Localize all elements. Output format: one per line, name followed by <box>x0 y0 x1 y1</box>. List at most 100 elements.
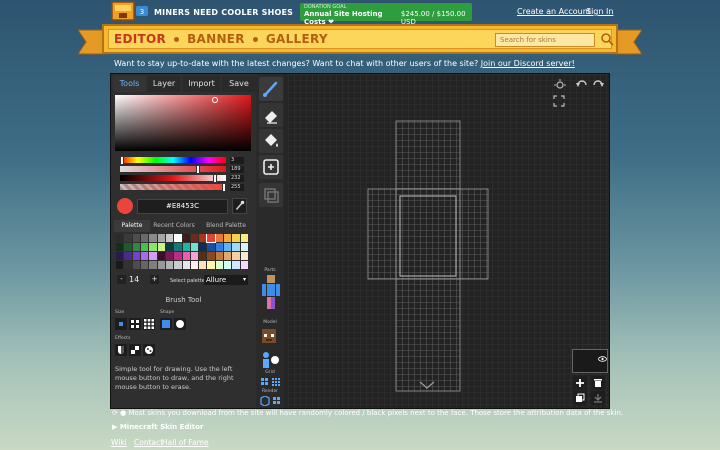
color-select-icon[interactable] <box>259 155 283 179</box>
saturation-slider[interactable] <box>120 166 226 172</box>
shade-effect-icon[interactable] <box>115 344 127 356</box>
palette-swatch[interactable] <box>132 252 140 260</box>
nav-banner-link[interactable]: BANNER <box>187 32 245 46</box>
saturation-slider-knob[interactable] <box>196 165 200 174</box>
palette-swatch[interactable] <box>157 261 165 269</box>
skin-uv-grid[interactable] <box>288 74 608 408</box>
tab-recent-colors[interactable]: Recent Colors <box>152 220 196 232</box>
create-account-link[interactable]: Create an Account <box>517 7 591 16</box>
palette-swatch[interactable] <box>232 261 240 269</box>
palette-swatch[interactable] <box>190 252 199 260</box>
palette-swatch[interactable] <box>190 243 199 251</box>
palette-swatch[interactable] <box>174 252 182 260</box>
lightness-slider-knob[interactable] <box>213 174 217 183</box>
palette-swatch[interactable] <box>199 252 207 260</box>
palette-swatch[interactable] <box>149 252 157 260</box>
palette-swatch[interactable] <box>116 261 124 269</box>
palette-swatch[interactable] <box>174 261 182 269</box>
palette-swatch[interactable] <box>165 243 174 251</box>
tab-save[interactable]: Save <box>222 76 256 92</box>
hue-value[interactable]: 3 <box>230 157 244 164</box>
palette-swatch[interactable] <box>157 243 165 251</box>
palette-swatch[interactable] <box>124 261 132 269</box>
donation-goal[interactable]: DONATION GOAL Annual Site Hosting Costs … <box>300 3 472 26</box>
palette-swatch[interactable] <box>207 243 215 251</box>
palette-swatch[interactable] <box>190 234 199 242</box>
palette-swatch[interactable] <box>199 261 207 269</box>
palette-swatch[interactable] <box>165 261 174 269</box>
undo-icon[interactable] <box>575 79 589 91</box>
discord-link[interactable]: Join our Discord server! <box>481 59 575 68</box>
palette-swatch[interactable] <box>215 234 224 242</box>
palette-swatch[interactable] <box>224 243 232 251</box>
palette-swatch[interactable] <box>207 261 215 269</box>
eyedropper-icon[interactable] <box>232 198 247 214</box>
palette-swatch[interactable] <box>140 261 149 269</box>
tab-import[interactable]: Import <box>183 76 220 92</box>
hall-of-fame-link[interactable]: Hall of Fame <box>162 438 209 447</box>
nav-gallery[interactable]: GALLERY <box>266 32 328 46</box>
palette-swatch[interactable] <box>149 261 157 269</box>
tab-palette[interactable]: Palette <box>114 220 150 232</box>
brush-icon[interactable] <box>259 77 283 101</box>
palette-swatch[interactable] <box>232 252 240 260</box>
eye-icon[interactable] <box>598 356 607 362</box>
palette-swatch[interactable] <box>240 243 248 251</box>
hue-slider[interactable] <box>120 157 226 163</box>
palette-swatch[interactable] <box>215 261 224 269</box>
grid-toggle-icon[interactable] <box>260 377 282 387</box>
palette-swatch[interactable] <box>182 252 190 260</box>
site-logo[interactable]: 3 <box>110 0 150 22</box>
palette-swatch[interactable] <box>199 234 207 242</box>
color-picker-square[interactable] <box>115 95 251 151</box>
palette-swatch[interactable] <box>190 261 199 269</box>
palette-swatch[interactable] <box>165 234 174 242</box>
duplicate-layer-icon[interactable] <box>573 391 587 405</box>
hue-slider-knob[interactable] <box>120 156 124 165</box>
nav-editor[interactable]: EDITOR <box>114 32 166 46</box>
wiki-link[interactable]: Wiki <box>111 438 127 447</box>
palette-swatch[interactable] <box>124 243 132 251</box>
tab-blend-palette[interactable]: Blend Palette <box>200 220 252 232</box>
palette-swatch[interactable] <box>140 243 149 251</box>
palette-swatch[interactable] <box>174 243 182 251</box>
palette-swatch[interactable] <box>157 252 165 260</box>
palette-select[interactable]: Allure ▾ <box>204 275 248 285</box>
add-layer-icon[interactable] <box>573 376 587 390</box>
square-shape-icon[interactable] <box>160 318 172 330</box>
lighting-icon[interactable] <box>553 79 567 91</box>
palette-swatch[interactable] <box>182 261 190 269</box>
hex-color-input[interactable]: #E8453C <box>137 199 228 214</box>
user-view-icon[interactable] <box>260 351 282 369</box>
palette-swatch[interactable] <box>140 252 149 260</box>
palette-swatch[interactable] <box>240 252 248 260</box>
contact-link[interactable]: Contact <box>134 438 163 447</box>
alpha-value[interactable]: 255 <box>230 184 244 191</box>
palette-swatch[interactable] <box>124 234 132 242</box>
tab-layer[interactable]: Layer <box>148 76 180 92</box>
palette-swatch[interactable] <box>224 234 232 242</box>
saturation-value[interactable]: 189 <box>230 166 244 173</box>
lightness-value[interactable]: 232 <box>230 175 244 182</box>
alpha-slider-knob[interactable] <box>222 183 226 192</box>
palette-swatch[interactable] <box>224 261 232 269</box>
palette-swatch[interactable] <box>140 234 149 242</box>
search-icon[interactable] <box>599 31 615 48</box>
palette-swatch[interactable] <box>116 252 124 260</box>
size-2-icon[interactable] <box>129 318 141 330</box>
palette-swatch[interactable] <box>157 234 165 242</box>
palette-swatch[interactable] <box>132 234 140 242</box>
palette-swatch[interactable] <box>240 261 248 269</box>
palette-swatch[interactable] <box>149 243 157 251</box>
body-parts-toggle-icon[interactable] <box>258 275 284 317</box>
palette-swatch[interactable] <box>182 234 190 242</box>
fullscreen-icon[interactable] <box>553 95 565 107</box>
palette-swatch[interactable] <box>124 252 132 260</box>
size-3-icon[interactable] <box>143 318 155 330</box>
palette-swatch[interactable] <box>207 252 215 260</box>
palette-swatch[interactable] <box>116 234 124 242</box>
palette-swatch[interactable] <box>199 243 207 251</box>
size-1-icon[interactable] <box>115 318 127 330</box>
skin-editor-toggle[interactable]: ▶ Minecraft Skin Editor <box>112 423 203 431</box>
palette-swatch[interactable] <box>165 252 174 260</box>
